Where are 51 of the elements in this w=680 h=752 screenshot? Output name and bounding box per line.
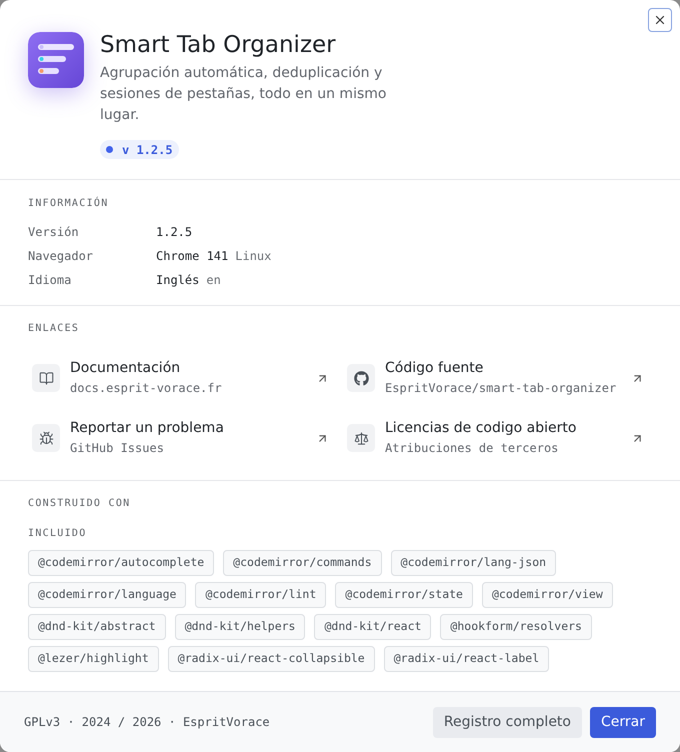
scale-icon [347, 424, 375, 452]
link-title: Código fuente [385, 359, 484, 378]
section-heading: CONSTRUIDO CON [28, 497, 132, 511]
link-card[interactable]: Código fuente EspritVorace/smart-tab-organizer [343, 351, 652, 405]
link-card[interactable]: Reportar un problema GitHub Issues [28, 411, 337, 465]
link-subtitle: EspritVorace/smart-tab-organizer [385, 380, 618, 397]
package-tag: @codemirror/language [28, 582, 186, 608]
app-description: Agrupación automática, deduplicación y sesiones de pestañas, todo en un mismo lugar. [100, 64, 388, 125]
info-label: Versión [28, 224, 80, 241]
link-card[interactable]: Licencias de codigo abierto Atribuciones de terceros [343, 411, 652, 465]
link-title: Reportar un problema [70, 419, 225, 438]
package-tag: @dnd-kit/react [314, 614, 432, 640]
info-value: 1.2.5 [156, 224, 192, 241]
package-tag: @codemirror/autocomplete [28, 550, 214, 576]
package-tag: @codemirror/commands [223, 550, 382, 576]
section-heading: ENLACES [28, 322, 80, 336]
section-heading: INFORMACIÓN [28, 197, 110, 211]
section-heading: INCLUIDO [28, 527, 88, 541]
footer-copyright: GPLv3 · 2024 / 2026 · EspritVorace [24, 714, 270, 731]
info-detail: en [206, 272, 221, 289]
package-tag: @dnd-kit/helpers [174, 614, 306, 640]
link-subtitle: docs.esprit-vorace.fr [70, 380, 223, 397]
github-icon [347, 364, 375, 392]
close-button[interactable]: Cerrar [590, 706, 656, 738]
package-tag: @lezer/highlight [28, 646, 159, 672]
package-tag: @radix-ui/react-collapsible [168, 646, 375, 672]
info-label: Navegador [28, 248, 94, 265]
link-title: Documentación [70, 359, 182, 378]
version-label: v 1.2.5 [122, 142, 173, 158]
link-title: Licencias de codigo abierto [385, 419, 578, 438]
full-log-button[interactable]: Registro completo [432, 706, 582, 738]
package-tag: @codemirror/lint [195, 582, 326, 608]
link-subtitle: Atribuciones de terceros [385, 440, 560, 457]
package-tag: @codemirror/state [335, 582, 473, 608]
info-value: Chrome 141 [156, 248, 228, 265]
package-tag: @radix-ui/react-label [384, 646, 550, 672]
link-card[interactable]: Documentación docs.esprit-vorace.fr [28, 351, 337, 405]
info-detail: Linux [235, 248, 272, 265]
close-button[interactable] [648, 8, 672, 32]
package-tag: @codemirror/lang-json [390, 550, 556, 576]
bug-icon [32, 424, 60, 452]
book-icon [32, 364, 60, 392]
package-tag: @hookform/resolvers [440, 614, 592, 640]
app-title: Smart Tab Organizer [100, 31, 336, 60]
info-value: Inglés [156, 272, 200, 289]
info-label: Idioma [28, 272, 72, 289]
app-logo-icon [28, 32, 84, 88]
package-tag: @codemirror/view [482, 582, 613, 608]
package-tag: @dnd-kit/abstract [28, 614, 166, 640]
close-icon [653, 13, 667, 27]
link-subtitle: GitHub Issues [70, 440, 165, 457]
